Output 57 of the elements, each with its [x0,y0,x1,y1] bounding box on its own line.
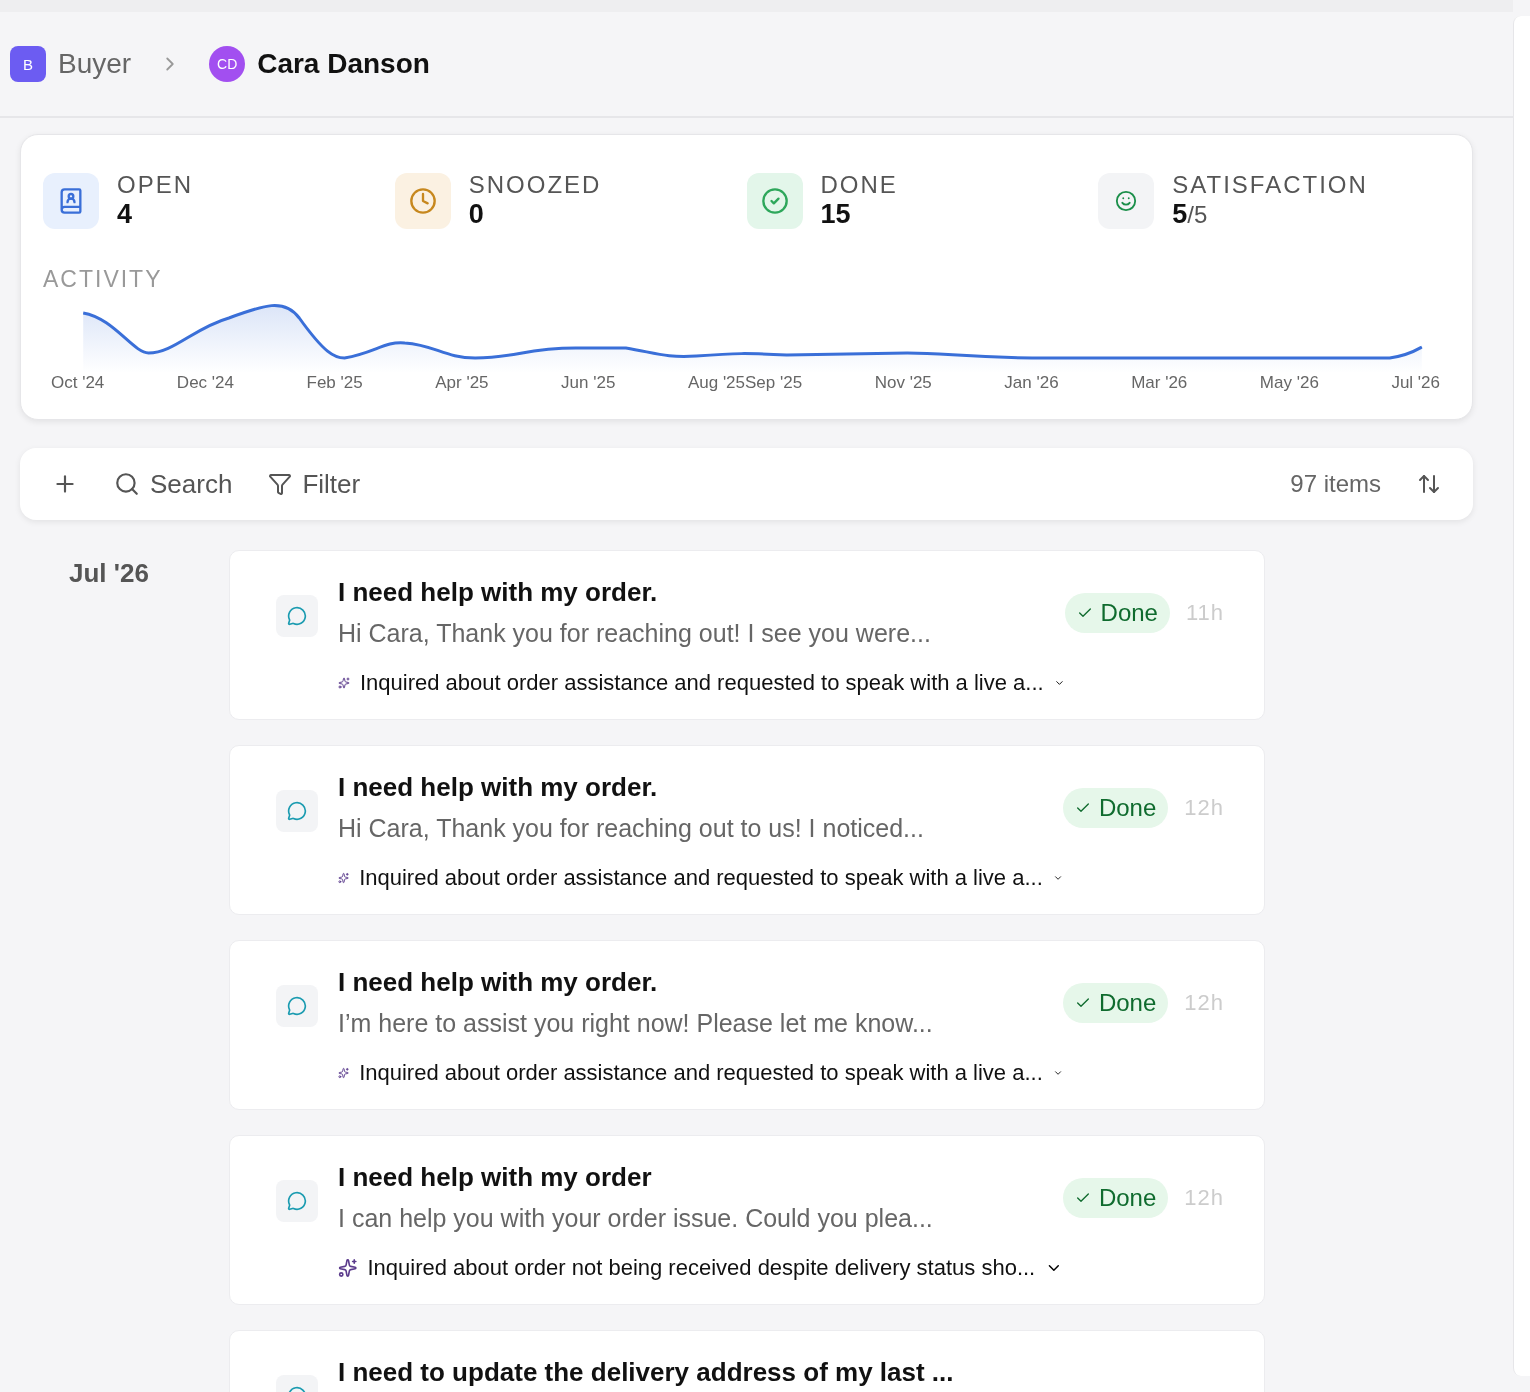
month-label: Dec '24 [176,373,234,393]
contact-name: Cara Danson [257,48,430,80]
stat-value: 0 [468,199,485,230]
workspace-avatar: B [10,46,46,82]
status-badge: Done [1062,983,1169,1023]
conversation-title: I need to update the delivery address of my last ... [338,1357,955,1387]
message-preview: I can help you with your order issue. Could you plea... [338,1204,934,1233]
month-label: Jul '26 [1391,373,1440,393]
message-preview: Hi Cara, Thank you for reaching out to us! I noticed... [338,814,925,843]
month-label: Apr '25 [435,373,489,393]
breadcrumb-link[interactable]: Buyer [58,48,132,80]
month-label: Mar '26 [1131,373,1188,393]
ai-summary: Inquired about order assistance and requested to speak with a live a... [359,1060,1043,1086]
message-preview: I’m here to assist you right now! Please let me know... [338,1009,934,1038]
status-badge: Done [1062,788,1169,828]
stat-value: 5/5 [1172,199,1209,230]
chat-bubble-icon [276,985,318,1027]
ai-summary: Inquired about order assistance and requested to speak with a live a... [359,865,1043,891]
message-preview: Hi Cara, Thank you for reaching out! I see you were... [338,619,932,648]
chat-bubble-icon [276,790,318,832]
conversation-title: I need help with my order. [338,967,659,997]
clock-icon [408,186,437,215]
stat-value: 4 [117,199,134,230]
item-count: 97 items [1290,470,1381,498]
conversation-title: I need help with my order. [338,577,659,607]
chat-bubble-icon [276,595,318,637]
stat-value: 15 [820,199,852,230]
contact-avatar: CD [209,46,246,82]
month-label: May '26 [1259,373,1319,393]
stat-label: SNOOZED [468,171,602,199]
chat-bubble-icon [276,1180,318,1222]
conversation-title: I need help with my order. [338,772,659,802]
sort-button[interactable] [1417,472,1441,496]
search-icon [114,471,140,497]
search-button[interactable]: Search [114,468,233,500]
month-label: Aug '25Sep '25 [687,373,803,393]
month-group-label: Jul '26 [68,557,150,590]
stat-label: DONE [820,171,898,199]
sparkle-icon [338,1257,358,1279]
month-label: Jan '26 [1004,373,1059,393]
stat-label: OPEN [117,171,193,199]
status-badge: Done [1062,1178,1169,1218]
conversation-title: I need help with my order [338,1162,653,1192]
check-circle-icon [760,186,789,215]
conversation-card[interactable]: I need to update the delivery address of my last ... [229,1330,1265,1392]
filter-button[interactable]: Filter [268,468,361,500]
month-label: Feb '25 [306,373,363,393]
stat-label: SATISFACTION [1172,171,1368,199]
month-label: Jun '25 [561,373,616,393]
month-label: Nov '25 [874,373,932,393]
smiley-icon [1115,189,1138,212]
status-badge: Done [1064,593,1170,633]
month-label: Oct '24 [51,373,105,393]
ai-summary: Inquired about order assistance and requested to speak with a live a... [360,670,1044,696]
filter-icon [268,472,293,496]
activity-title: ACTIVITY [43,266,164,293]
ai-summary: Inquired about order not being received despite delivery status sho... [367,1255,1036,1281]
